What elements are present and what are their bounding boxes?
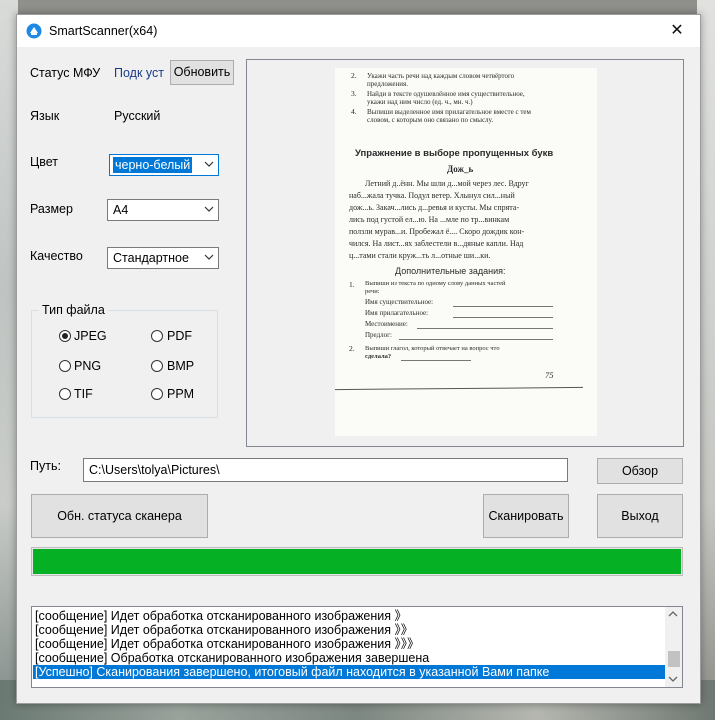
size-label: Размер	[30, 202, 73, 216]
extra-tasks-title: Дополнительные задания:	[395, 266, 506, 276]
path-label: Путь:	[30, 459, 61, 473]
progress-bar	[31, 547, 683, 576]
story-line: ползли мурав...и. Пробежал ё.... Скоро д…	[349, 227, 525, 236]
scroll-up-icon[interactable]	[668, 610, 678, 618]
quality-select[interactable]: Стандартное	[107, 247, 219, 269]
color-select[interactable]: черно-белый	[109, 154, 219, 176]
story-line: лись под густой ел...ю. На ...мле по тр.…	[349, 215, 510, 224]
log-line[interactable]: [сообщение] Идет обработка отсканированн…	[33, 623, 665, 637]
story-line: наб...жала тучка. Подул ветер. Хлынул си…	[349, 191, 515, 200]
story-title: Дож_ь	[447, 164, 474, 174]
log-scrollbar[interactable]	[665, 607, 682, 687]
task-4-line2: словом, с которым оно связано по смыслу.	[367, 116, 494, 124]
radio-pdf-label[interactable]: PDF	[167, 329, 192, 343]
radio-ppm-label[interactable]: PPM	[167, 387, 194, 401]
log-line[interactable]: [сообщение] Обработка отсканированного и…	[33, 651, 665, 665]
scanned-page-image: 2. Укажи часть речи над каждым словом че…	[335, 68, 597, 436]
field-adjective: Имя прилагательное:	[365, 309, 429, 317]
title-bar: SmartScanner(x64) ✕	[17, 15, 700, 47]
path-input-value: C:\Users\tolya\Pictures\	[89, 463, 220, 477]
exercise-title: Упражнение в выборе пропущенных букв	[355, 148, 554, 159]
size-select[interactable]: А4	[107, 199, 219, 221]
mfu-status-value: Подк уст	[114, 66, 164, 80]
task-3-line2: укажи над ним число (ед. ч., мн. ч.)	[367, 98, 473, 106]
radio-jpeg[interactable]	[59, 330, 71, 342]
field-noun: Имя существительное:	[365, 298, 434, 306]
field-pronoun: Местоимение:	[365, 320, 408, 328]
log-list[interactable]: [сообщение] Идет обработка отсканированн…	[31, 606, 683, 688]
extra-task-1-line1: Выпиши из текста по одному слову данных …	[365, 280, 506, 287]
color-label: Цвет	[30, 155, 59, 169]
task-2-line2: предложения.	[367, 80, 408, 88]
language-value: Русский	[114, 109, 161, 123]
quality-label: Качество	[30, 249, 83, 263]
story-line: ц...тами стали круж...ть л...отные ши...…	[349, 251, 491, 260]
radio-bmp-label[interactable]: BMP	[167, 359, 194, 373]
chevron-down-icon	[204, 161, 214, 167]
mfu-status-label: Статус МФУ	[30, 66, 101, 80]
story-line: Летний д..ённ. Мы шли д...мой через лес.…	[365, 179, 529, 188]
radio-png[interactable]	[59, 360, 71, 372]
chevron-down-icon	[204, 206, 214, 212]
log-line[interactable]: [сообщение] Идет обработка отсканированн…	[33, 637, 665, 651]
refresh-button[interactable]: Обновить	[170, 60, 234, 85]
file-type-legend: Тип файла	[39, 303, 108, 317]
exit-button[interactable]: Выход	[597, 494, 683, 538]
scan-preview: 2. Укажи часть речи над каждым словом че…	[246, 59, 684, 447]
task-4-line1: Выпиши выделенное имя прилагательное вме…	[367, 108, 531, 116]
scanner-status-button[interactable]: Обн. статуса сканера	[31, 494, 208, 538]
chevron-down-icon	[204, 254, 214, 260]
language-label: Язык	[30, 109, 60, 123]
close-icon[interactable]: ✕	[654, 15, 700, 47]
radio-tif[interactable]	[59, 388, 71, 400]
app-window: SmartScanner(x64) ✕ Статус МФУ Подк уст …	[16, 14, 701, 704]
task-2-number: 2.	[351, 71, 357, 80]
radio-ppm[interactable]	[151, 388, 163, 400]
extra-task-2-line2: сделала?	[365, 353, 392, 360]
extra-task-1-number: 1.	[349, 280, 355, 289]
scroll-thumb[interactable]	[668, 651, 680, 667]
field-preposition: Предлог:	[365, 331, 392, 339]
log-line-selected[interactable]: [Успешно] Сканирования завершено, итогов…	[33, 665, 665, 679]
radio-jpeg-label[interactable]: JPEG	[74, 329, 107, 343]
size-select-value: А4	[113, 203, 129, 217]
scanner-app-icon	[26, 23, 42, 39]
task-3-number: 3.	[351, 89, 357, 98]
radio-tif-label[interactable]: TIF	[74, 387, 93, 401]
story-line: дож...ь. Закач...лись д...ревья и кусты.…	[349, 203, 520, 212]
task-2-line1: Укажи часть речи над каждым словом четвё…	[367, 72, 515, 80]
radio-pdf[interactable]	[151, 330, 163, 342]
browse-button[interactable]: Обзор	[597, 458, 683, 484]
color-select-value: черно-белый	[113, 157, 193, 173]
extra-task-1-line2: речи:	[365, 288, 380, 295]
extra-task-2-number: 2.	[349, 344, 355, 353]
task-4-number: 4.	[351, 107, 357, 116]
scroll-down-icon[interactable]	[668, 675, 678, 683]
quality-select-value: Стандартное	[113, 251, 189, 265]
radio-bmp[interactable]	[151, 360, 163, 372]
story-line: чился. На лист...ях заблестели в...дяные…	[349, 239, 524, 248]
scan-button[interactable]: Сканировать	[483, 494, 569, 538]
window-title: SmartScanner(x64)	[49, 24, 158, 38]
radio-png-label[interactable]: PNG	[74, 359, 101, 373]
extra-task-2-line1: Выпиши глагол, который отвечает на вопро…	[365, 345, 500, 352]
progress-fill	[33, 549, 681, 574]
log-line[interactable]: [сообщение] Идет обработка отсканированн…	[33, 609, 665, 623]
path-input[interactable]: C:\Users\tolya\Pictures\	[83, 458, 568, 482]
page-number: 75	[545, 370, 554, 380]
task-3-line1: Найди в тексте одушевлённое имя существи…	[367, 90, 525, 98]
